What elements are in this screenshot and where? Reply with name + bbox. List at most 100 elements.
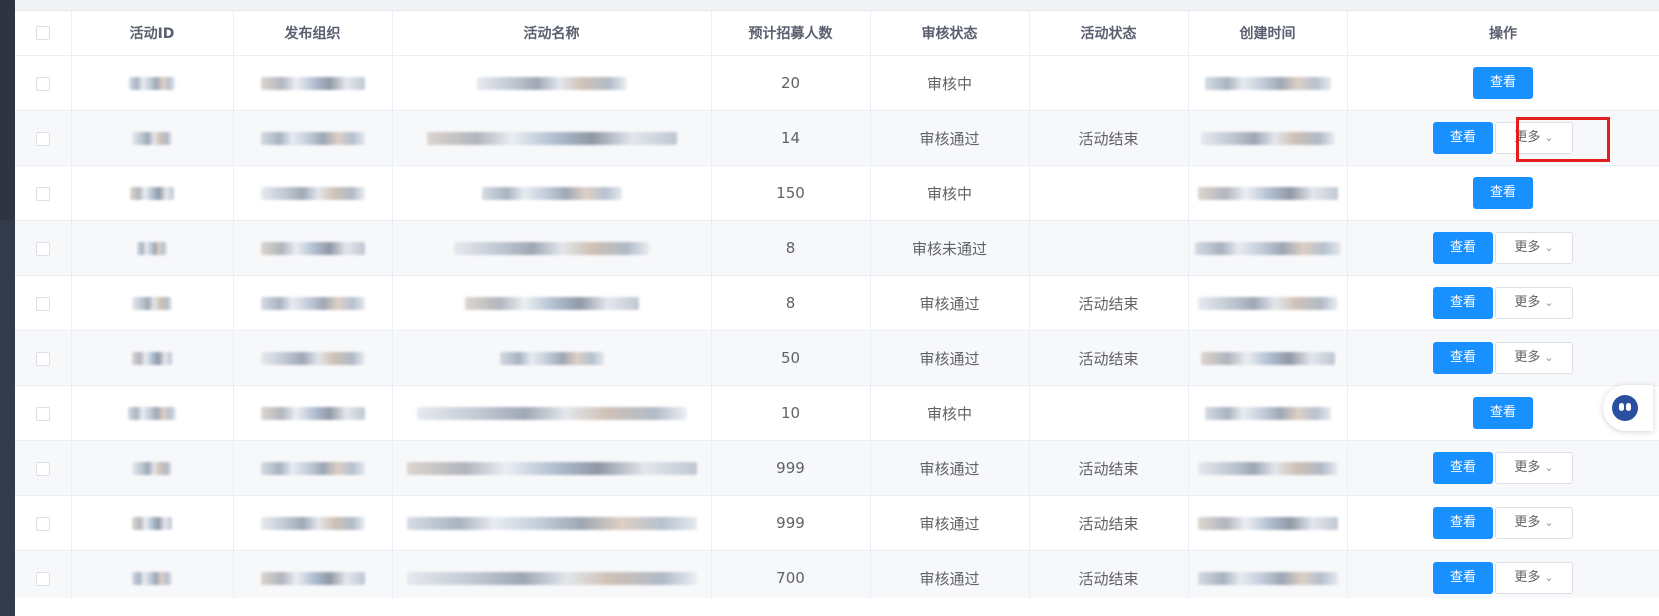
row-checkbox[interactable] xyxy=(35,571,50,586)
recruit-count-cell: 8 xyxy=(711,220,871,276)
table-row: 8 审核未通过 查看 更多 ⌄ xyxy=(15,220,1659,276)
more-dropdown-button[interactable]: 更多 ⌄ xyxy=(1495,122,1573,154)
view-button[interactable]: 查看 xyxy=(1473,67,1533,99)
more-dropdown-button[interactable]: 更多 ⌄ xyxy=(1495,562,1573,594)
activity-name-cell xyxy=(392,220,712,276)
redacted-activity-id xyxy=(132,517,172,530)
activity-status-cell: 活动结束 xyxy=(1029,330,1189,386)
more-dropdown-button[interactable]: 更多 ⌄ xyxy=(1495,452,1573,484)
recruit-count-cell: 150 xyxy=(711,165,871,221)
view-button[interactable]: 查看 xyxy=(1433,562,1493,594)
more-dropdown-button[interactable]: 更多 ⌄ xyxy=(1495,507,1573,539)
organization-cell xyxy=(233,495,393,551)
redacted-activity-id xyxy=(137,242,167,255)
view-button[interactable]: 查看 xyxy=(1433,287,1493,319)
row-checkbox[interactable] xyxy=(35,351,50,366)
activity-name-cell xyxy=(392,440,712,496)
activity-status-cell: 活动结束 xyxy=(1029,110,1189,166)
organization-cell xyxy=(233,55,393,111)
redacted-activity-id xyxy=(132,132,172,145)
activity-id-cell xyxy=(71,165,234,221)
actions-cell: 查看 更多 ⌄ xyxy=(1347,220,1659,276)
header-activity-id[interactable]: 活动ID xyxy=(71,11,234,56)
recruit-count-cell: 14 xyxy=(711,110,871,166)
row-checkbox[interactable] xyxy=(35,406,50,421)
activity-id-cell xyxy=(71,55,234,111)
more-dropdown-button[interactable]: 更多 ⌄ xyxy=(1495,287,1573,319)
row-checkbox-cell[interactable] xyxy=(15,55,72,111)
activity-status-cell xyxy=(1029,220,1189,276)
more-label: 更多 xyxy=(1514,350,1541,365)
view-button[interactable]: 查看 xyxy=(1473,177,1533,209)
row-checkbox[interactable] xyxy=(35,461,50,476)
view-button[interactable]: 查看 xyxy=(1433,507,1493,539)
activity-name-cell xyxy=(392,275,712,331)
review-status-cell: 审核通过 xyxy=(870,275,1030,331)
view-button[interactable]: 查看 xyxy=(1433,122,1493,154)
redacted-organization xyxy=(260,242,365,255)
view-button[interactable]: 查看 xyxy=(1433,232,1493,264)
recruit-count-cell: 20 xyxy=(711,55,871,111)
review-status-cell: 审核通过 xyxy=(870,110,1030,166)
row-checkbox-cell[interactable] xyxy=(15,330,72,386)
row-checkbox[interactable] xyxy=(35,296,50,311)
actions-cell: 查看 xyxy=(1347,165,1659,221)
more-label: 更多 xyxy=(1514,295,1541,310)
chevron-down-icon: ⌄ xyxy=(1544,241,1554,254)
redacted-activity-name xyxy=(481,187,622,200)
activity-status-cell xyxy=(1029,385,1189,441)
review-status-cell: 审核未通过 xyxy=(870,220,1030,276)
view-button[interactable]: 查看 xyxy=(1433,452,1493,484)
row-checkbox-cell[interactable] xyxy=(15,385,72,441)
panel-top-border xyxy=(15,0,1659,11)
redacted-organization xyxy=(260,517,365,530)
row-checkbox-cell[interactable] xyxy=(15,110,72,166)
header-review-status[interactable]: 审核状态 xyxy=(870,11,1030,56)
redacted-created-time xyxy=(1197,517,1338,530)
row-checkbox[interactable] xyxy=(35,186,50,201)
row-checkbox[interactable] xyxy=(35,76,50,91)
created-time-cell xyxy=(1188,110,1348,166)
header-actions: 操作 xyxy=(1347,11,1659,56)
activity-id-cell xyxy=(71,220,234,276)
row-checkbox-cell[interactable] xyxy=(15,275,72,331)
row-checkbox[interactable] xyxy=(35,131,50,146)
header-created-time[interactable]: 创建时间 xyxy=(1188,11,1348,56)
redacted-activity-name xyxy=(453,242,650,255)
table-row: 8 审核通过 活动结束 查看 更多 ⌄ xyxy=(15,275,1659,331)
row-checkbox-cell[interactable] xyxy=(15,440,72,496)
organization-cell xyxy=(233,330,393,386)
header-activity-status[interactable]: 活动状态 xyxy=(1029,11,1189,56)
table-row: 50 审核通过 活动结束 查看 更多 ⌄ xyxy=(15,330,1659,386)
chevron-down-icon: ⌄ xyxy=(1544,571,1554,584)
created-time-cell xyxy=(1188,55,1348,111)
assistant-bot-icon[interactable] xyxy=(1603,385,1653,431)
row-checkbox-cell[interactable] xyxy=(15,495,72,551)
activity-name-cell xyxy=(392,330,712,386)
row-checkbox-cell[interactable] xyxy=(15,220,72,276)
organization-cell xyxy=(233,275,393,331)
row-checkbox[interactable] xyxy=(35,241,50,256)
review-status-cell: 审核通过 xyxy=(870,495,1030,551)
redacted-created-time xyxy=(1204,77,1331,90)
assistant-eye-right xyxy=(1626,403,1631,411)
more-dropdown-button[interactable]: 更多 ⌄ xyxy=(1495,232,1573,264)
row-checkbox[interactable] xyxy=(35,516,50,531)
view-button[interactable]: 查看 xyxy=(1433,342,1493,374)
select-all-cell[interactable] xyxy=(15,11,72,56)
row-checkbox-cell[interactable] xyxy=(15,165,72,221)
activity-id-cell xyxy=(71,495,234,551)
redacted-activity-id xyxy=(132,572,172,585)
activity-status-cell xyxy=(1029,55,1189,111)
created-time-cell xyxy=(1188,275,1348,331)
redacted-activity-id xyxy=(130,187,174,200)
more-dropdown-button[interactable]: 更多 ⌄ xyxy=(1495,342,1573,374)
header-activity-name[interactable]: 活动名称 xyxy=(392,11,712,56)
more-label: 更多 xyxy=(1514,460,1541,475)
select-all-checkbox[interactable] xyxy=(35,26,50,40)
view-button[interactable]: 查看 xyxy=(1473,397,1533,429)
header-organization[interactable]: 发布组织 xyxy=(233,11,393,56)
activity-name-cell xyxy=(392,110,712,166)
review-status-cell: 审核中 xyxy=(870,165,1030,221)
header-recruit-count[interactable]: 预计招募人数 xyxy=(711,11,871,56)
